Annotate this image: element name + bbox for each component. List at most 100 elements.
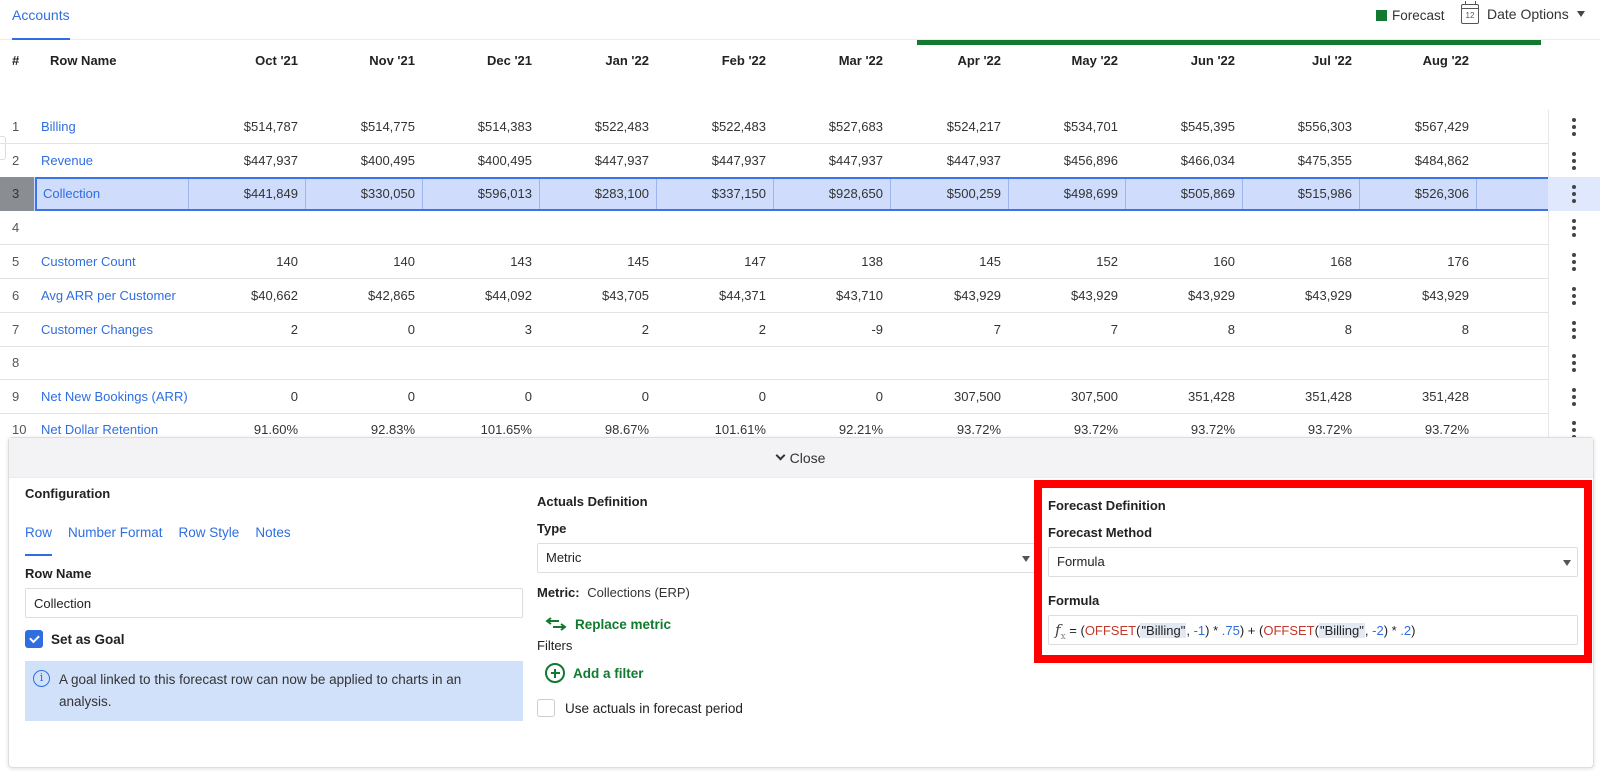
row-name-link[interactable]: Revenue (41, 144, 93, 178)
table-cell[interactable]: $447,937 (656, 144, 766, 178)
table-cell[interactable]: $447,937 (188, 144, 298, 178)
set-as-goal-checkbox[interactable] (25, 630, 43, 648)
table-cell[interactable] (188, 346, 298, 380)
table-cell[interactable]: 307,500 (1008, 380, 1118, 414)
table-cell[interactable]: $534,701 (1008, 110, 1118, 144)
row-menu-kebab-icon[interactable] (1548, 211, 1600, 245)
table-cell[interactable]: 7 (1008, 313, 1118, 347)
table-cell[interactable]: 351,428 (1125, 380, 1235, 414)
table-cell[interactable] (1242, 346, 1352, 380)
table-cell[interactable]: $283,100 (539, 177, 649, 211)
table-cell[interactable] (1008, 211, 1118, 245)
table-cell[interactable]: $475,355 (1242, 144, 1352, 178)
table-row[interactable]: 1 Billing $514,787 $514,775 $514,383 $522,483… (0, 110, 1548, 144)
table-cell[interactable]: $514,383 (422, 110, 532, 144)
table-cell[interactable]: 7 (891, 313, 1001, 347)
tab-row[interactable]: Row (25, 525, 53, 556)
table-row[interactable]: 6 Avg ARR per Customer $40,662 $42,865 $44,0… (0, 279, 1548, 313)
table-cell[interactable]: $43,929 (1359, 279, 1469, 313)
table-cell[interactable]: $330,050 (305, 177, 415, 211)
table-cell[interactable] (1242, 211, 1352, 245)
table-cell[interactable]: $441,849 (188, 177, 298, 211)
table-row[interactable]: 3 Collection $441,849 $330,050 $596,013 $283,… (0, 177, 1548, 211)
table-cell[interactable]: $524,217 (891, 110, 1001, 144)
table-cell[interactable]: 351,428 (1242, 380, 1352, 414)
table-cell[interactable]: $928,650 (773, 177, 883, 211)
table-cell[interactable] (422, 211, 532, 245)
use-actuals-checkbox[interactable] (537, 699, 555, 717)
table-cell[interactable]: $44,371 (656, 279, 766, 313)
table-cell[interactable] (305, 346, 415, 380)
table-cell[interactable]: $337,150 (656, 177, 766, 211)
table-row[interactable]: 7 Customer Changes 2 0 3 2 2 -9 7 7 8 8 8 (0, 313, 1548, 347)
formula-input[interactable]: fx = (OFFSET("Billing", -1) * .75) + (OF… (1048, 615, 1578, 645)
table-cell[interactable]: $43,929 (1008, 279, 1118, 313)
close-drawer-button[interactable]: Close (9, 438, 1593, 478)
table-cell[interactable]: $42,865 (305, 279, 415, 313)
table-cell[interactable]: $43,929 (1125, 279, 1235, 313)
table-cell[interactable] (422, 346, 532, 380)
row-menu-kebab-icon[interactable] (1548, 245, 1600, 279)
table-cell[interactable]: 176 (1359, 245, 1469, 279)
table-cell[interactable]: $527,683 (773, 110, 883, 144)
table-cell[interactable]: 160 (1125, 245, 1235, 279)
row-name-link[interactable]: Customer Changes (41, 313, 153, 347)
table-cell[interactable] (1008, 346, 1118, 380)
table-cell[interactable]: $515,986 (1242, 177, 1352, 211)
table-cell[interactable]: 140 (305, 245, 415, 279)
add-filter-button[interactable]: Add a filter (545, 663, 1037, 683)
table-cell[interactable]: $447,937 (773, 144, 883, 178)
table-cell[interactable]: 8 (1242, 313, 1352, 347)
date-options-button[interactable]: 12 Date Options (1461, 1, 1585, 24)
table-cell[interactable]: 3 (422, 313, 532, 347)
table-cell[interactable] (1359, 346, 1469, 380)
table-cell[interactable]: 0 (305, 380, 415, 414)
table-cell[interactable]: $43,929 (891, 279, 1001, 313)
replace-metric-button[interactable]: Replace metric (545, 616, 1037, 632)
tab-accounts[interactable]: Accounts (12, 7, 70, 40)
table-row[interactable]: 9 Net New Bookings (ARR) 0 0 0 0 0 0 307,500 307,… (0, 380, 1548, 414)
table-cell[interactable]: $44,092 (422, 279, 532, 313)
table-cell[interactable]: 145 (539, 245, 649, 279)
table-cell[interactable] (891, 346, 1001, 380)
table-cell[interactable] (188, 211, 298, 245)
row-menu-kebab-icon[interactable] (1548, 380, 1600, 414)
table-cell[interactable] (1125, 346, 1235, 380)
row-name-link[interactable]: Avg ARR per Customer (41, 279, 176, 313)
table-cell[interactable]: $447,937 (539, 144, 649, 178)
table-cell[interactable]: $596,013 (422, 177, 532, 211)
row-name-link[interactable]: Net New Bookings (ARR) (41, 380, 188, 414)
table-cell[interactable]: 8 (1125, 313, 1235, 347)
table-cell[interactable]: 138 (773, 245, 883, 279)
table-cell[interactable]: $43,929 (1242, 279, 1352, 313)
table-cell[interactable]: 147 (656, 245, 766, 279)
table-cell[interactable]: $466,034 (1125, 144, 1235, 178)
table-cell[interactable]: $500,259 (891, 177, 1001, 211)
table-row[interactable]: 8 (0, 346, 1548, 380)
row-name-link[interactable]: Collection (43, 177, 100, 211)
table-cell[interactable] (656, 211, 766, 245)
table-row[interactable]: 2 Revenue $447,937 $400,495 $400,495 $447,937… (0, 144, 1548, 178)
table-cell[interactable] (773, 211, 883, 245)
table-cell[interactable]: $567,429 (1359, 110, 1469, 144)
table-cell[interactable]: $400,495 (305, 144, 415, 178)
row-menu-kebab-icon[interactable] (1548, 313, 1600, 347)
row-menu-kebab-icon[interactable] (1548, 346, 1600, 380)
table-cell[interactable]: 307,500 (891, 380, 1001, 414)
row-menu-kebab-icon[interactable] (1548, 144, 1600, 178)
row-menu-kebab-icon[interactable] (1548, 110, 1600, 144)
table-cell[interactable]: $505,869 (1125, 177, 1235, 211)
table-cell[interactable]: 2 (188, 313, 298, 347)
table-cell[interactable]: 0 (773, 380, 883, 414)
table-cell[interactable]: $514,775 (305, 110, 415, 144)
table-cell[interactable]: 0 (422, 380, 532, 414)
table-cell[interactable]: 145 (891, 245, 1001, 279)
table-cell[interactable] (539, 346, 649, 380)
table-cell[interactable]: 143 (422, 245, 532, 279)
table-row[interactable]: 4 (0, 211, 1548, 245)
type-select[interactable]: Metric (537, 543, 1037, 573)
table-cell[interactable] (891, 211, 1001, 245)
row-name-link[interactable]: Billing (41, 110, 76, 144)
row-menu-kebab-icon[interactable] (1548, 279, 1600, 313)
table-cell[interactable]: $456,896 (1008, 144, 1118, 178)
